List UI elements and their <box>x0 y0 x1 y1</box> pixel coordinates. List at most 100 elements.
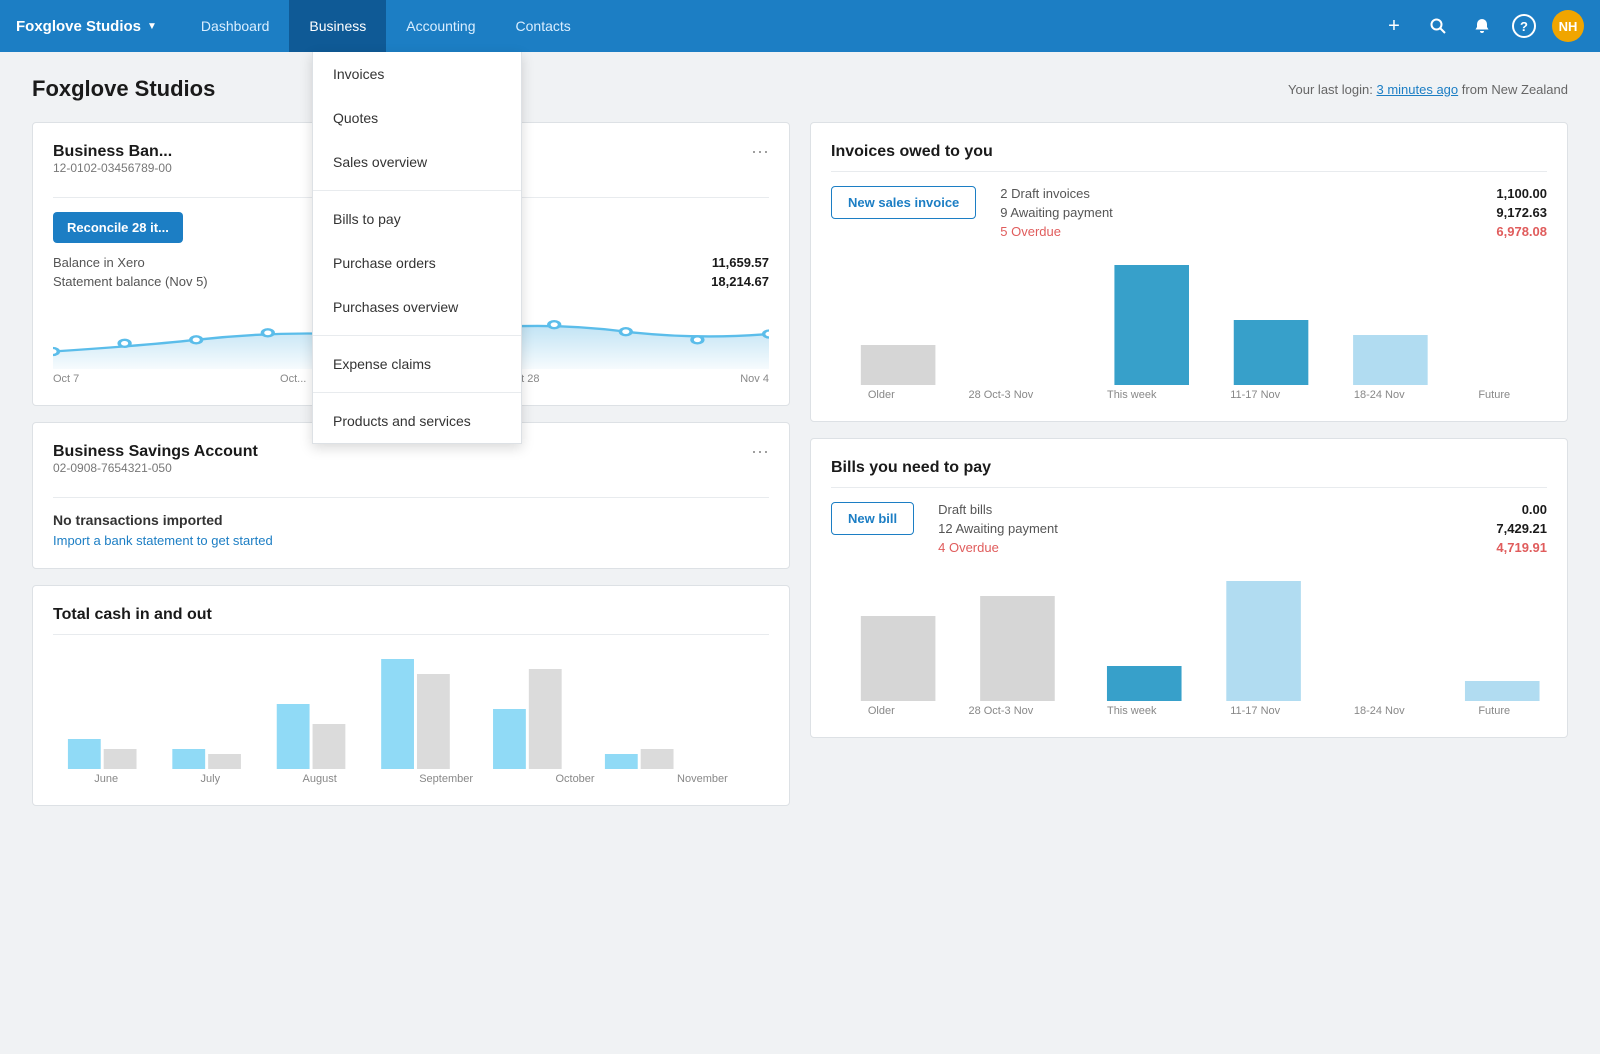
invoice-awaiting-label: 9 Awaiting payment <box>1000 205 1113 220</box>
inv-label-older: Older <box>868 389 895 401</box>
savings-divider <box>53 497 769 498</box>
bank-account-number: 12-0102-03456789-00 <box>53 161 172 175</box>
bills-to-pay-card: Bills you need to pay New bill Draft bil… <box>810 438 1568 738</box>
page-content: Foxglove Studios Your last login: 3 minu… <box>0 52 1600 830</box>
new-bill-button[interactable]: New bill <box>831 502 914 535</box>
bank-statement-label: Statement balance (Nov 5) <box>53 274 208 289</box>
brand-logo[interactable]: Foxglove Studios ▼ <box>16 18 157 35</box>
bills-draft-value: 0.00 <box>1522 502 1547 517</box>
invoice-overdue-value: 6,978.08 <box>1496 224 1547 239</box>
bills-label-11-17: 11-17 Nov <box>1230 705 1280 717</box>
inv-label-oct-nov: 28 Oct-3 Nov <box>968 389 1033 401</box>
bills-label-older: Older <box>868 705 895 717</box>
bank-label-oct-mid: Oct... <box>280 373 306 385</box>
savings-more-options-icon[interactable]: ⋯ <box>751 443 769 461</box>
total-cash-divider <box>53 634 769 635</box>
bills-divider <box>831 487 1547 488</box>
nav-link-business[interactable]: Business <box>289 0 386 52</box>
cash-label-september: September <box>419 773 473 785</box>
invoice-draft-row: 2 Draft invoices 1,100.00 <box>1000 186 1547 201</box>
cash-label-august: August <box>303 773 337 785</box>
bank-xero-label: Balance in Xero <box>53 255 145 270</box>
bank-xero-value: 11,659.57 <box>712 255 769 270</box>
cash-label-november: November <box>677 773 728 785</box>
help-icon[interactable]: ? <box>1512 14 1536 38</box>
bell-icon[interactable] <box>1468 12 1496 40</box>
invoices-top-section: New sales invoice 2 Draft invoices 1,100… <box>831 186 1547 239</box>
dropdown-item-purchase-orders[interactable]: Purchase orders <box>313 241 521 285</box>
total-cash-title: Total cash in and out <box>53 606 769 624</box>
nav-link-dashboard[interactable]: Dashboard <box>181 0 290 52</box>
dropdown-item-bills[interactable]: Bills to pay <box>313 197 521 241</box>
bills-draft-row: Draft bills 0.00 <box>938 502 1547 517</box>
right-column: Invoices owed to you New sales invoice 2… <box>810 122 1568 806</box>
reconcile-button[interactable]: Reconcile 28 it... <box>53 212 183 243</box>
nav-right: + ? NH <box>1380 10 1584 42</box>
bills-top-section: New bill Draft bills 0.00 12 Awaiting pa… <box>831 502 1547 555</box>
import-statement-link[interactable]: Import a bank statement to get started <box>53 533 273 548</box>
bills-stats: Draft bills 0.00 12 Awaiting payment 7,4… <box>938 502 1547 555</box>
invoice-draft-label: 2 Draft invoices <box>1000 186 1090 201</box>
bills-bar-labels: Older 28 Oct-3 Nov This week 11-17 Nov 1… <box>831 705 1547 717</box>
savings-title: Business Savings Account <box>53 443 258 461</box>
bills-label-this-week: This week <box>1107 705 1157 717</box>
brand-chevron-icon: ▼ <box>147 21 157 32</box>
business-dropdown-menu: Invoices Quotes Sales overview Bills to … <box>312 52 522 444</box>
dropdown-divider-1 <box>313 190 521 191</box>
invoice-stats: 2 Draft invoices 1,100.00 9 Awaiting pay… <box>1000 186 1547 239</box>
invoices-bar-labels: Older 28 Oct-3 Nov This week 11-17 Nov 1… <box>831 389 1547 401</box>
bank-label-nov4: Nov 4 <box>740 373 769 385</box>
business-savings-card: Business Savings Account 02-0908-7654321… <box>32 422 790 569</box>
inv-label-future: Future <box>1478 389 1510 401</box>
bills-label-future: Future <box>1478 705 1510 717</box>
invoice-overdue-label: 5 Overdue <box>1000 224 1061 239</box>
brand-name: Foxglove Studios <box>16 18 141 35</box>
user-avatar[interactable]: NH <box>1552 10 1584 42</box>
bank-statement-value: 18,214.67 <box>711 274 769 289</box>
last-login-link[interactable]: 3 minutes ago <box>1376 82 1458 97</box>
inv-label-this-week: This week <box>1107 389 1157 401</box>
bank-label-oct7: Oct 7 <box>53 373 79 385</box>
invoices-bar-chart <box>831 255 1547 385</box>
page-title: Foxglove Studios <box>32 76 215 102</box>
new-sales-invoice-button[interactable]: New sales invoice <box>831 186 976 219</box>
last-login-suffix: from New Zealand <box>1462 82 1568 97</box>
bills-awaiting-value: 7,429.21 <box>1496 521 1547 536</box>
bills-bar-chart <box>831 571 1547 701</box>
dropdown-divider-2 <box>313 335 521 336</box>
invoice-awaiting-value: 9,172.63 <box>1496 205 1547 220</box>
nav-link-contacts[interactable]: Contacts <box>496 0 591 52</box>
dropdown-item-sales-overview[interactable]: Sales overview <box>313 140 521 184</box>
bills-title: Bills you need to pay <box>831 459 1547 477</box>
bank-card-title: Business Ban... 12-0102-03456789-00 <box>53 143 172 187</box>
dropdown-item-expense-claims[interactable]: Expense claims <box>313 342 521 386</box>
savings-card-header: Business Savings Account 02-0908-7654321… <box>53 443 769 487</box>
bills-label-18-24: 18-24 Nov <box>1354 705 1405 717</box>
invoice-awaiting-row: 9 Awaiting payment 9,172.63 <box>1000 205 1547 220</box>
invoice-overdue-row: 5 Overdue 6,978.08 <box>1000 224 1547 239</box>
inv-label-18-24: 18-24 Nov <box>1354 389 1405 401</box>
search-icon[interactable] <box>1424 12 1452 40</box>
bills-draft-label: Draft bills <box>938 502 992 517</box>
cash-label-october: October <box>555 773 594 785</box>
page-header: Foxglove Studios Your last login: 3 minu… <box>32 76 1568 102</box>
total-cash-card: Total cash in and out <box>32 585 790 806</box>
nav-links: Dashboard Business Accounting Contacts <box>181 0 591 52</box>
dropdown-item-invoices[interactable]: Invoices <box>313 52 521 96</box>
nav-link-accounting[interactable]: Accounting <box>386 0 495 52</box>
dropdown-item-products-services[interactable]: Products and services <box>313 399 521 443</box>
savings-account-number: 02-0908-7654321-050 <box>53 461 258 475</box>
last-login-info: Your last login: 3 minutes ago from New … <box>1288 82 1568 97</box>
main-grid: Business Ban... 12-0102-03456789-00 ⋯ Re… <box>32 122 1568 806</box>
invoice-draft-value: 1,100.00 <box>1496 186 1547 201</box>
dropdown-item-purchases-overview[interactable]: Purchases overview <box>313 285 521 329</box>
invoices-divider <box>831 171 1547 172</box>
invoices-owed-card: Invoices owed to you New sales invoice 2… <box>810 122 1568 422</box>
bills-overdue-row: 4 Overdue 4,719.91 <box>938 540 1547 555</box>
total-cash-chart <box>53 649 769 769</box>
bank-more-options-icon[interactable]: ⋯ <box>751 143 769 161</box>
bills-awaiting-row: 12 Awaiting payment 7,429.21 <box>938 521 1547 536</box>
invoices-owed-title: Invoices owed to you <box>831 143 1547 161</box>
add-icon[interactable]: + <box>1380 12 1408 40</box>
dropdown-item-quotes[interactable]: Quotes <box>313 96 521 140</box>
